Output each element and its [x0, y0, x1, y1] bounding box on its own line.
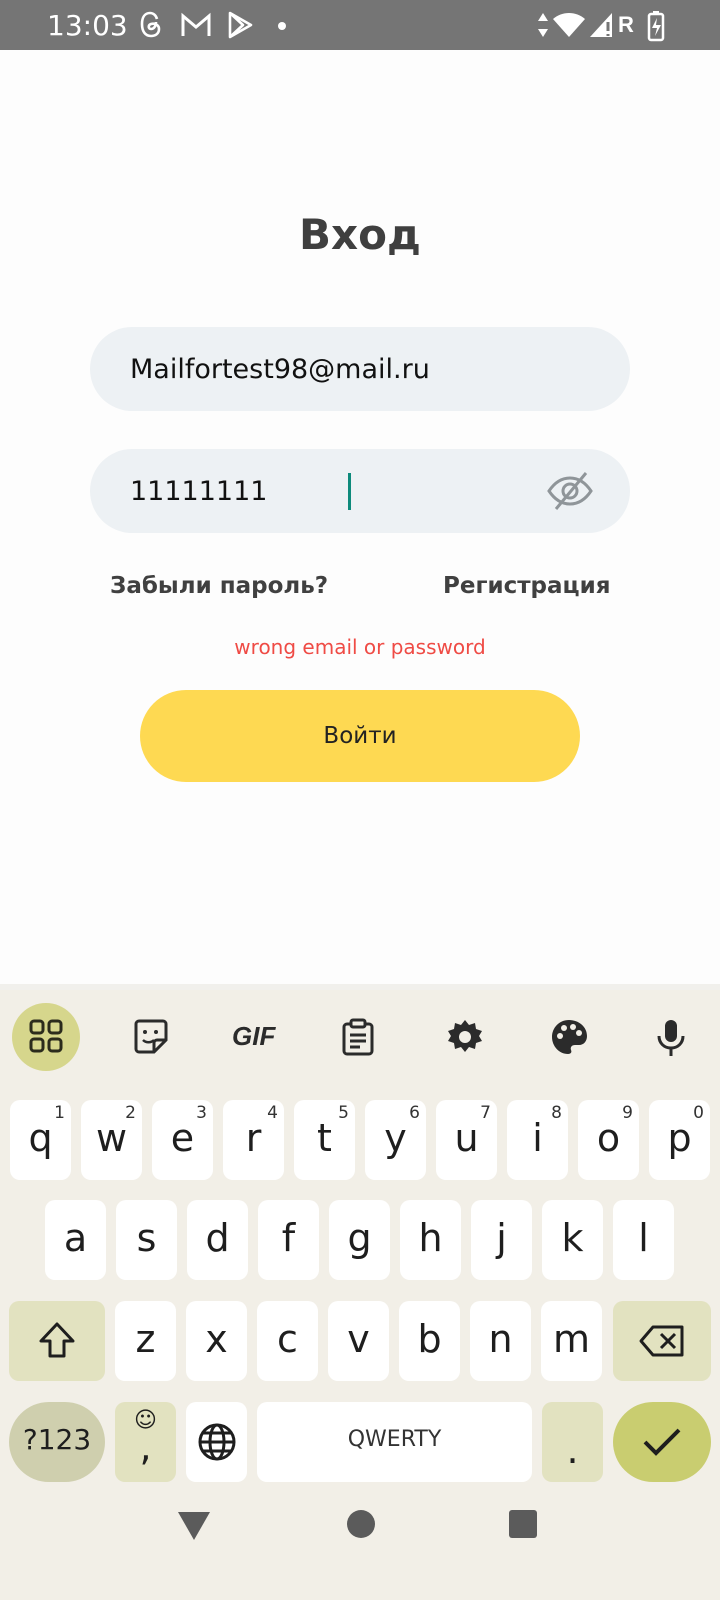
key-hint: 5 — [338, 1103, 349, 1123]
sticker-icon[interactable] — [132, 1018, 170, 1056]
space-key[interactable]: QWERTY — [257, 1402, 532, 1482]
text-cursor — [348, 473, 351, 510]
key-hint: 2 — [125, 1103, 136, 1123]
key-z[interactable]: z — [115, 1301, 176, 1381]
page-title: Вход — [299, 210, 421, 259]
key-hint: 4 — [267, 1103, 278, 1123]
language-key[interactable] — [186, 1402, 247, 1482]
gif-icon[interactable]: GIF — [232, 1021, 275, 1052]
emoji-comma-key[interactable]: ☺ , — [115, 1402, 176, 1482]
key-v[interactable]: v — [328, 1301, 389, 1381]
key-b[interactable]: b — [399, 1301, 460, 1381]
shift-arrow-icon — [39, 1322, 75, 1358]
key-k[interactable]: k — [542, 1200, 603, 1280]
enter-key[interactable] — [613, 1402, 711, 1482]
key-hint: 8 — [551, 1103, 562, 1123]
palette-icon[interactable] — [550, 1018, 588, 1056]
wifi-icon — [553, 13, 585, 37]
key-hint: 7 — [480, 1103, 491, 1123]
key-q[interactable]: q1 — [10, 1100, 71, 1180]
key-r[interactable]: r4 — [223, 1100, 284, 1180]
key-hint: 9 — [622, 1103, 633, 1123]
eye-off-icon[interactable] — [546, 470, 594, 512]
key-hint: 1 — [54, 1103, 65, 1123]
key-hint: 0 — [693, 1103, 704, 1123]
key-c[interactable]: c — [257, 1301, 318, 1381]
clipboard-icon[interactable] — [340, 1018, 376, 1056]
key-l[interactable]: l — [613, 1200, 674, 1280]
back-triangle-icon[interactable] — [176, 1508, 212, 1542]
key-f[interactable]: f — [258, 1200, 319, 1280]
globe-icon — [198, 1423, 236, 1461]
key-w[interactable]: w2 — [81, 1100, 142, 1180]
key-x[interactable]: x — [186, 1301, 247, 1381]
key-h[interactable]: h — [400, 1200, 461, 1280]
key-i[interactable]: i8 — [507, 1100, 568, 1180]
email-input[interactable] — [130, 327, 530, 411]
emoji-smile-icon: ☺ — [134, 1408, 157, 1433]
backspace-key[interactable] — [613, 1301, 711, 1381]
settings-gear-icon[interactable] — [446, 1018, 484, 1056]
key-t[interactable]: t5 — [294, 1100, 355, 1180]
data-arrows-icon — [538, 13, 548, 37]
email-field[interactable] — [90, 327, 630, 411]
error-message: wrong email or password — [234, 635, 486, 659]
battery-charging-icon — [647, 11, 665, 42]
forgot-password-link[interactable]: Забыли пароль? — [110, 573, 328, 599]
key-m[interactable]: m — [541, 1301, 602, 1381]
threads-icon — [140, 11, 161, 38]
password-input[interactable] — [130, 449, 530, 533]
key-j[interactable]: j — [471, 1200, 532, 1280]
shift-key[interactable] — [9, 1301, 105, 1381]
checkmark-icon — [643, 1428, 681, 1456]
gmail-icon — [181, 12, 211, 36]
dot-icon — [278, 22, 286, 30]
home-circle-icon[interactable] — [345, 1508, 377, 1540]
apps-grid-icon[interactable] — [28, 1018, 64, 1054]
key-a[interactable]: a — [45, 1200, 106, 1280]
key-g[interactable]: g — [329, 1200, 390, 1280]
login-button[interactable]: Войти — [140, 690, 580, 782]
play-store-icon — [228, 11, 253, 39]
key-n[interactable]: n — [470, 1301, 531, 1381]
register-link[interactable]: Регистрация — [443, 573, 610, 599]
period-key[interactable]: . — [542, 1402, 603, 1482]
key-y[interactable]: y6 — [365, 1100, 426, 1180]
backspace-icon — [639, 1325, 684, 1357]
key-s[interactable]: s — [116, 1200, 177, 1280]
symbols-key[interactable]: ?123 — [9, 1402, 105, 1482]
status-bar: 13:03 R — [0, 0, 720, 50]
key-e[interactable]: e3 — [152, 1100, 213, 1180]
key-p[interactable]: p0 — [649, 1100, 710, 1180]
key-hint: 3 — [196, 1103, 207, 1123]
microphone-icon[interactable] — [656, 1018, 686, 1058]
key-o[interactable]: o9 — [578, 1100, 639, 1180]
recents-square-icon[interactable] — [507, 1508, 539, 1540]
signal-icon — [590, 13, 612, 37]
network-type-label: R — [618, 12, 634, 37]
status-time: 13:03 — [47, 9, 128, 42]
key-hint: 6 — [409, 1103, 420, 1123]
key-u[interactable]: u7 — [436, 1100, 497, 1180]
key-d[interactable]: d — [187, 1200, 248, 1280]
